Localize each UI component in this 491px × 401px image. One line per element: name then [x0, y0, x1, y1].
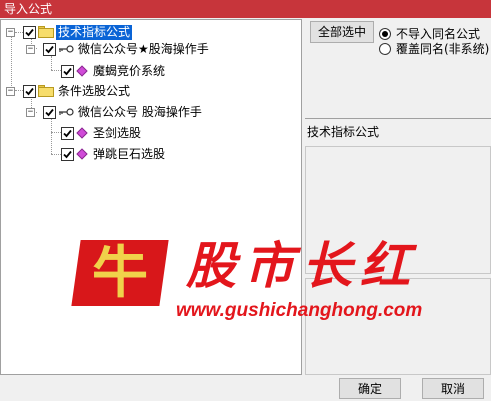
checkbox[interactable]: [23, 84, 36, 98]
formula-icon: [76, 65, 88, 77]
checkbox[interactable]: [61, 126, 74, 140]
tree-node-label[interactable]: 条件选股公式: [56, 84, 132, 99]
watermark-logo-char: 牛: [92, 240, 148, 306]
watermark-url: www.gushichanghong.com: [176, 300, 423, 321]
tree-node-indicator-folder[interactable]: − 技术指标公式: [6, 24, 133, 40]
tree-node-formula[interactable]: 魔蝎竞价系统: [61, 63, 167, 79]
check-icon: [63, 129, 72, 137]
tree-node-label[interactable]: 技术指标公式: [56, 24, 133, 40]
check-icon: [45, 108, 54, 116]
window-title: 导入公式: [0, 0, 491, 18]
tree-node-label[interactable]: 微信公众号★股海操作手: [76, 42, 211, 57]
watermark-brand: 股市长红: [186, 236, 418, 295]
collapse-toggle[interactable]: −: [6, 27, 15, 37]
tree-node-label[interactable]: 魔蝎竞价系统: [91, 64, 167, 79]
check-icon: [63, 67, 72, 75]
check-icon: [63, 150, 72, 158]
checkbox[interactable]: [43, 42, 56, 56]
cancel-button[interactable]: 取消: [422, 378, 484, 399]
tree-node-wechat-indicator[interactable]: − 微信公众号★股海操作手: [26, 41, 211, 57]
radio-button[interactable]: [379, 42, 391, 55]
radio-button[interactable]: [379, 27, 391, 40]
tree-node-label[interactable]: 圣剑选股: [91, 126, 143, 141]
tree-node-label[interactable]: 微信公众号 股海操作手: [76, 105, 204, 120]
tree-node-label[interactable]: 弹跳巨石选股: [91, 147, 167, 162]
collapse-toggle[interactable]: −: [6, 86, 15, 96]
formula-icon: [76, 127, 88, 139]
check-icon: [45, 45, 54, 53]
tree-node-formula[interactable]: 圣剑选股: [61, 125, 143, 141]
tree-connector: [51, 118, 52, 154]
formula-icon: [76, 148, 88, 160]
folder-icon: [38, 85, 54, 97]
folder-icon: [38, 26, 54, 38]
tree-node-formula[interactable]: 弹跳巨石选股: [61, 146, 167, 162]
checkbox[interactable]: [43, 105, 56, 119]
key-icon: [59, 108, 74, 116]
detail-title: 技术指标公式: [307, 125, 380, 139]
check-icon: [25, 87, 34, 95]
tree-node-wechat-screener[interactable]: − 微信公众号 股海操作手: [26, 104, 204, 120]
tree-connector: [51, 70, 61, 71]
radio-label: 覆盖同名(非系统): [396, 42, 490, 56]
select-all-button[interactable]: 全部选中: [310, 21, 374, 43]
tree-connector: [51, 132, 61, 133]
checkbox[interactable]: [23, 25, 36, 39]
collapse-toggle[interactable]: −: [26, 44, 35, 54]
checkbox[interactable]: [61, 147, 74, 161]
divider: [305, 118, 491, 119]
check-icon: [25, 28, 34, 36]
collapse-toggle[interactable]: −: [26, 107, 35, 117]
radio-overwrite-duplicates[interactable]: 覆盖同名(非系统): [379, 40, 489, 57]
tree-connector: [51, 154, 61, 155]
tree-connector: [51, 56, 52, 70]
key-icon: [59, 45, 74, 53]
tree-node-screener-folder[interactable]: − 条件选股公式: [6, 83, 132, 99]
ok-button[interactable]: 确定: [339, 378, 401, 399]
checkbox[interactable]: [61, 64, 74, 78]
